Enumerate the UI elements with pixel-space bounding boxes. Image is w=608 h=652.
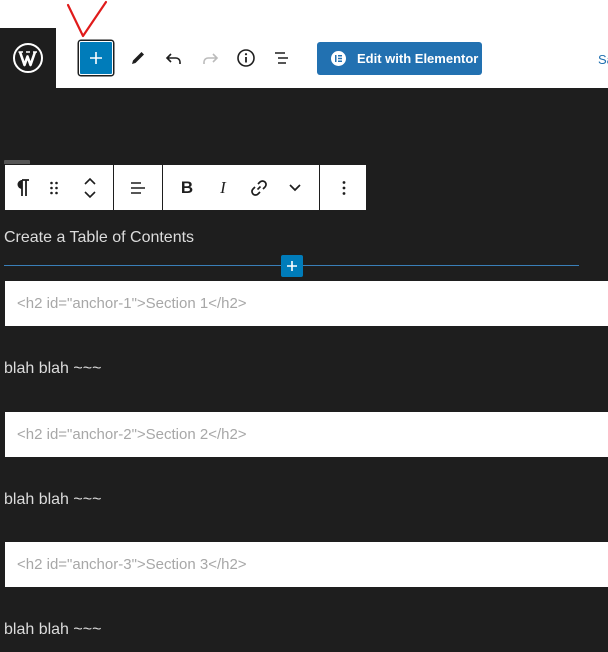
save-draft-link[interactable]: Sa xyxy=(598,52,608,67)
redo-icon xyxy=(203,53,219,64)
more-rich-text-icon[interactable] xyxy=(277,165,313,210)
paragraph-block[interactable]: blah blah ~~~ xyxy=(4,621,101,639)
formatting-group: B I xyxy=(163,165,320,210)
elementor-icon xyxy=(331,51,346,66)
edit-with-elementor-label: Edit with Elementor xyxy=(357,51,479,66)
paragraph-block[interactable]: Create a Table of Contents xyxy=(4,229,194,247)
custom-html-block[interactable]: <h2 id="anchor-1">Section 1</h2> xyxy=(5,281,608,326)
chevron-up-icon[interactable] xyxy=(83,177,97,185)
alignment-group xyxy=(114,165,163,210)
bold-label: B xyxy=(180,177,194,197)
pencil-icon xyxy=(132,52,144,64)
list-view-button[interactable] xyxy=(265,41,299,75)
wordpress-logo-icon[interactable] xyxy=(0,28,56,88)
undo-button[interactable] xyxy=(157,41,191,75)
block-inserter-button[interactable] xyxy=(79,41,113,75)
redo-button[interactable] xyxy=(193,41,227,75)
block-toolbar: B I xyxy=(4,164,367,211)
paragraph-block[interactable]: blah blah ~~~ xyxy=(4,360,101,378)
block-controls-group xyxy=(5,165,114,210)
paragraph-block[interactable]: blah blah ~~~ xyxy=(4,491,101,509)
edit-with-elementor-button[interactable]: Edit with Elementor xyxy=(317,42,482,75)
drag-handle-icon[interactable] xyxy=(41,165,67,210)
move-controls xyxy=(67,165,113,210)
undo-icon xyxy=(165,53,181,64)
chevron-down-icon[interactable] xyxy=(83,190,97,199)
custom-html-block[interactable]: <h2 id="anchor-3">Section 3</h2> xyxy=(5,542,608,587)
more-options-icon[interactable] xyxy=(320,165,368,210)
list-view-icon xyxy=(275,52,288,64)
options-group xyxy=(320,165,368,210)
info-icon xyxy=(237,49,255,67)
link-icon[interactable] xyxy=(241,165,277,210)
annotation-check-mark xyxy=(66,0,108,38)
plus-icon xyxy=(287,261,297,271)
paragraph-icon[interactable] xyxy=(5,165,41,210)
between-block-inserter[interactable] xyxy=(281,255,303,277)
plus-icon xyxy=(90,52,102,64)
details-button[interactable] xyxy=(229,41,263,75)
italic-label: I xyxy=(220,177,226,197)
custom-html-block[interactable]: <h2 id="anchor-2">Section 2</h2> xyxy=(5,412,608,457)
italic-icon[interactable]: I xyxy=(205,165,241,210)
align-icon[interactable] xyxy=(114,165,162,210)
bold-icon[interactable]: B xyxy=(169,165,205,210)
tools-button[interactable] xyxy=(121,41,155,75)
